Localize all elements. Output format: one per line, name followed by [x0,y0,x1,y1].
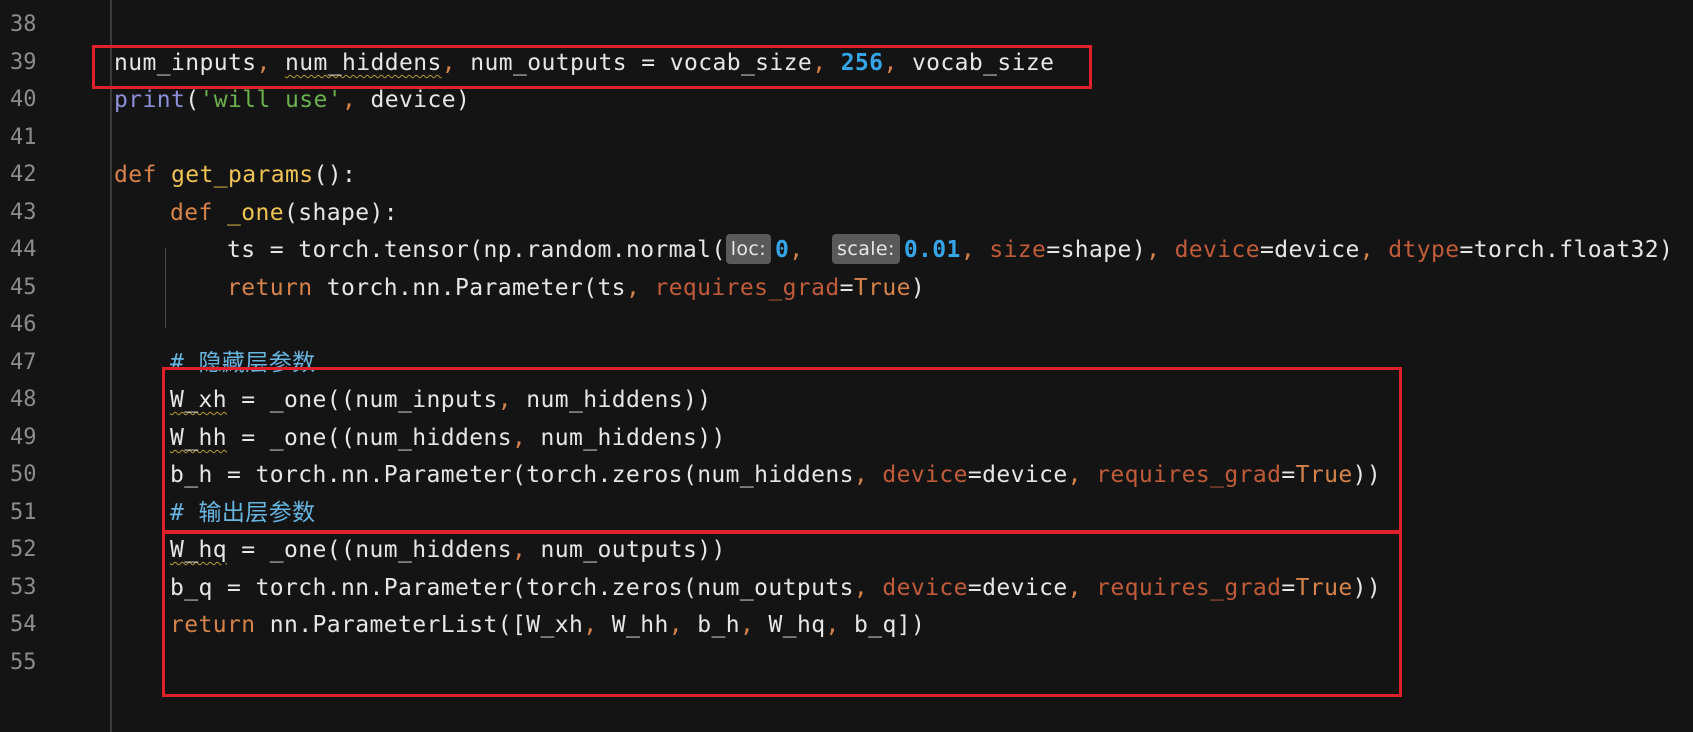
line-number: 50 [10,462,37,487]
line-number: 49 [10,425,37,450]
line-number: 46 [10,312,37,337]
line-number: 53 [10,575,37,600]
line-number: 54 [10,612,37,637]
code-line-45[interactable]: return torch.nn.Parameter(ts, requires_g… [227,268,925,308]
line-number: 45 [10,275,37,300]
line-number: 55 [10,650,37,675]
line-number: 38 [10,12,37,37]
line-number: 39 [10,50,37,75]
line-number-gutter: 38 39 40 41 42 43 44 45 46 47 48 49 50 5… [0,0,110,732]
parameter-hint-scale: scale: [832,234,900,264]
code-line-42[interactable]: def get_params(): [114,155,356,195]
line-number: 52 [10,537,37,562]
line-number: 51 [10,500,37,525]
line-number: 47 [10,350,37,375]
code-editor[interactable]: 38 39 40 41 42 43 44 45 46 47 48 49 50 5… [0,0,1693,732]
line-number: 42 [10,162,37,187]
line-number: 44 [10,237,37,262]
line-number: 40 [10,87,37,112]
code-line-43[interactable]: def _one(shape): [170,193,398,233]
highlight-box-hidden-layer [162,367,1402,534]
line-number: 41 [10,125,37,150]
gutter-divider [110,0,112,732]
line-number: 48 [10,387,37,412]
highlight-box-hyperparams [92,45,1092,89]
parameter-hint-loc: loc: [725,234,772,264]
code-line-44[interactable]: ts = torch.tensor(np.random.normal(loc: 0… [227,230,1673,270]
line-number: 43 [10,200,37,225]
highlight-box-output-layer [162,530,1402,697]
